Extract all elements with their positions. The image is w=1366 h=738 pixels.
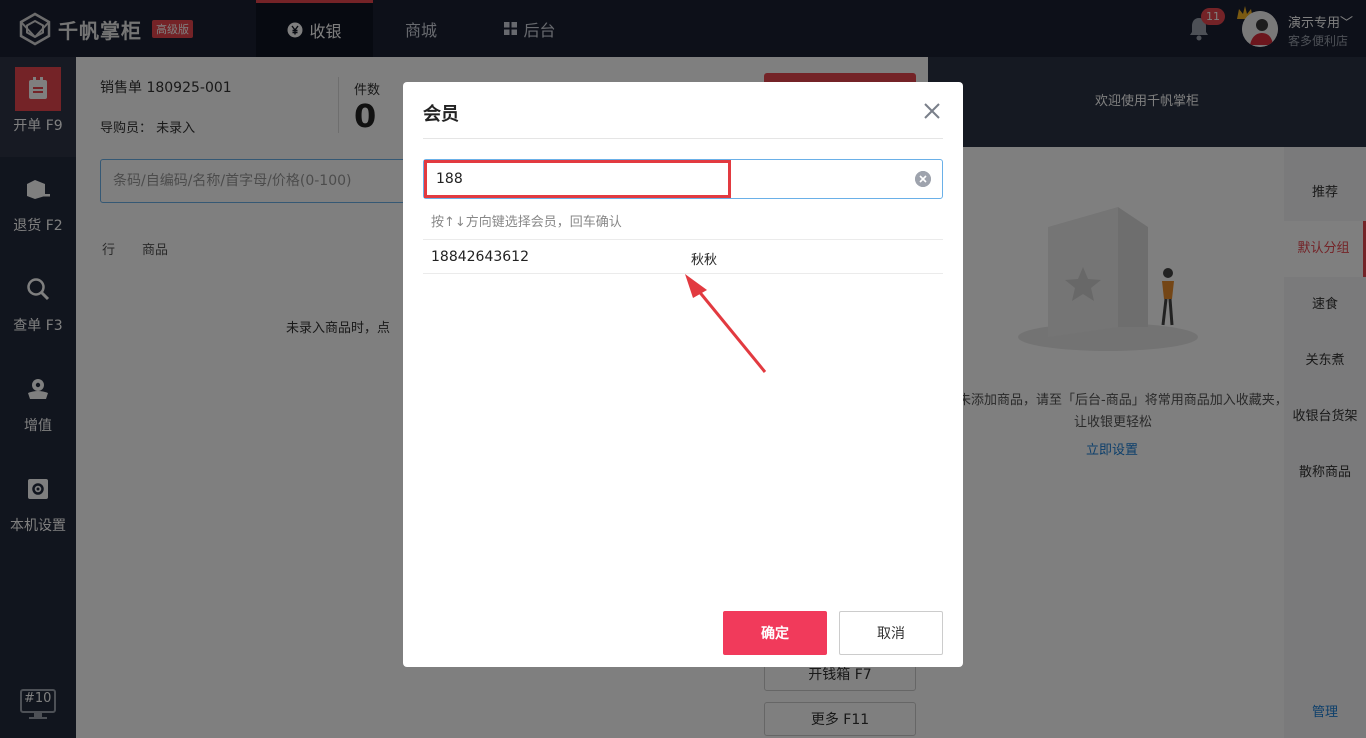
member-phone: 18842643612 — [431, 249, 529, 265]
confirm-button[interactable]: 确定 — [723, 611, 827, 655]
keyboard-hint: 按↑↓方向键选择会员，回车确认 — [431, 215, 622, 230]
clear-icon[interactable] — [915, 171, 931, 187]
annotation-arrow-icon — [685, 274, 767, 373]
close-icon[interactable] — [921, 100, 943, 122]
dialog-divider — [423, 138, 943, 139]
annotation-highlight-box — [424, 160, 731, 198]
member-name: 秋秋 — [691, 253, 718, 268]
member-dialog: 会员 按↑↓方向键选择会员，回车确认 18842643612 秋秋 确定 取消 — [403, 82, 963, 667]
dialog-title: 会员 — [423, 104, 459, 125]
cancel-button[interactable]: 取消 — [839, 611, 943, 655]
